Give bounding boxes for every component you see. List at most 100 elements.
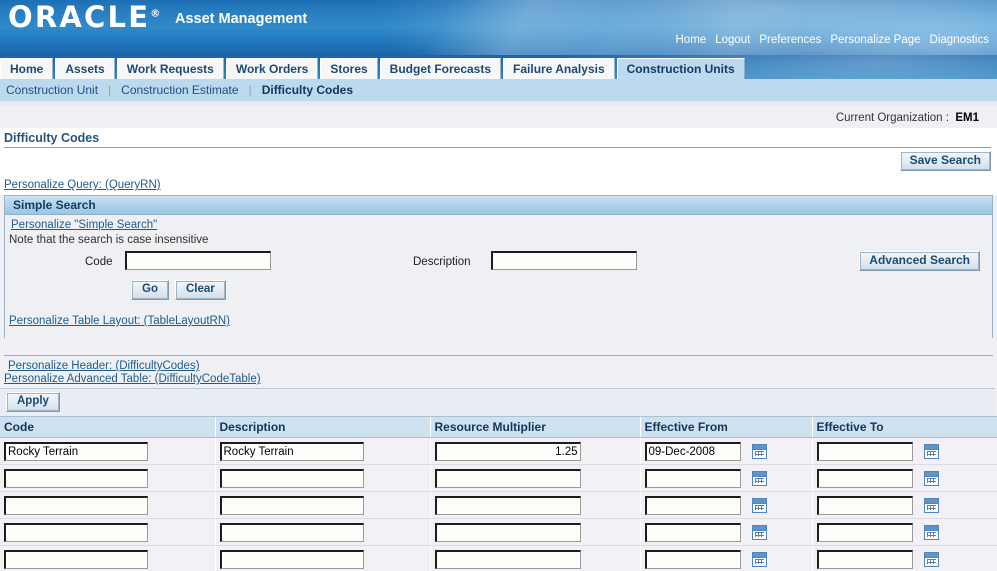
main-tab-bar: Home Assets Work Requests Work Orders St…: [0, 55, 997, 79]
difficulty-code-table-region: Apply Code Description Resource Multipli…: [0, 388, 997, 571]
column-header-description[interactable]: Description: [214, 416, 430, 438]
row-resource-multiplier-input[interactable]: [434, 495, 581, 515]
cell-effective-from: [639, 545, 812, 571]
calendar-picker-icon[interactable]: [923, 443, 939, 459]
column-header-effective-to[interactable]: Effective To: [811, 416, 997, 438]
cell-effective-from: [639, 464, 812, 492]
tab-assets[interactable]: Assets: [55, 58, 115, 79]
tab-failure-analysis[interactable]: Failure Analysis: [503, 58, 615, 79]
subtab-construction-unit[interactable]: Construction Unit: [6, 83, 98, 97]
row-effective-from-input[interactable]: [644, 549, 741, 569]
personalize-simple-search-link[interactable]: Personalize "Simple Search": [11, 219, 157, 231]
row-effective-to-input[interactable]: [816, 549, 913, 569]
row-description-input[interactable]: [219, 441, 364, 461]
global-link-diagnostics[interactable]: Diagnostics: [930, 34, 989, 46]
description-search-input[interactable]: [491, 251, 637, 270]
row-effective-from-input[interactable]: [644, 522, 741, 542]
calendar-picker-icon[interactable]: [751, 470, 767, 486]
row-description-input[interactable]: [219, 468, 364, 488]
row-description-input[interactable]: [219, 522, 364, 542]
personalize-query-link[interactable]: Personalize Query: (QueryRN): [4, 179, 161, 191]
row-description-input[interactable]: [219, 549, 364, 569]
description-label: Description: [413, 256, 471, 268]
row-description-input[interactable]: [219, 495, 364, 515]
personalize-table-layout-link[interactable]: Personalize Table Layout: (TableLayoutRN…: [9, 315, 230, 327]
column-header-resource-multiplier[interactable]: Resource Multiplier: [429, 416, 640, 438]
cell-resource-multiplier: [429, 545, 640, 571]
calendar-picker-icon[interactable]: [751, 443, 767, 459]
personalize-header-link[interactable]: Personalize Header: (DifficultyCodes): [8, 360, 997, 372]
calendar-picker-icon[interactable]: [923, 497, 939, 513]
cell-code: [0, 545, 215, 571]
calendar-picker-icon[interactable]: [751, 497, 767, 513]
cell-resource-multiplier: [429, 437, 640, 465]
save-search-bar: Save Search: [0, 148, 997, 175]
current-organization: Current Organization : EM1: [0, 111, 997, 128]
row-code-input[interactable]: [4, 468, 148, 488]
row-effective-from-input[interactable]: [644, 468, 741, 488]
tab-home[interactable]: Home: [0, 58, 54, 79]
simple-search-panel: Simple Search Personalize "Simple Search…: [4, 195, 993, 338]
calendar-picker-icon[interactable]: [923, 470, 939, 486]
row-code-input[interactable]: [4, 522, 148, 542]
cell-effective-from: [639, 518, 812, 546]
difficulty-code-table: Code Description Resource Multiplier Eff…: [0, 416, 997, 571]
row-effective-from-input[interactable]: [644, 441, 741, 461]
case-insensitive-note: Note that the search is case insensitive: [9, 234, 209, 246]
apply-button[interactable]: Apply: [6, 392, 60, 412]
row-effective-to-input[interactable]: [816, 468, 913, 488]
table-row: [0, 464, 997, 492]
tab-budget-forecasts[interactable]: Budget Forecasts: [379, 58, 502, 79]
clear-button[interactable]: Clear: [175, 280, 226, 300]
column-header-code[interactable]: Code: [0, 416, 215, 438]
tab-construction-units[interactable]: Construction Units: [616, 58, 745, 79]
global-link-preferences[interactable]: Preferences: [759, 34, 821, 46]
search-fields-row: Code Description: [5, 251, 992, 277]
calendar-picker-icon[interactable]: [923, 551, 939, 567]
tab-work-requests[interactable]: Work Requests: [116, 58, 224, 79]
personalize-advanced-table-link[interactable]: Personalize Advanced Table: (DifficultyC…: [4, 373, 997, 385]
row-effective-from-input[interactable]: [644, 495, 741, 515]
row-resource-multiplier-input[interactable]: [434, 468, 581, 488]
cell-effective-from: [639, 437, 812, 465]
cell-effective-to: [811, 518, 997, 546]
row-resource-multiplier-input[interactable]: [434, 441, 581, 461]
cell-effective-to: [811, 545, 997, 571]
save-search-button[interactable]: Save Search: [899, 151, 991, 171]
row-code-input[interactable]: [4, 441, 148, 461]
row-code-input[interactable]: [4, 549, 148, 569]
cell-effective-to: [811, 491, 997, 519]
cell-description: [214, 464, 430, 492]
row-effective-to-input[interactable]: [816, 495, 913, 515]
table-row: [0, 437, 997, 465]
tab-stores[interactable]: Stores: [320, 58, 378, 79]
column-header-effective-from[interactable]: Effective From: [639, 416, 812, 438]
cell-code: [0, 464, 215, 492]
global-link-home[interactable]: Home: [676, 34, 707, 46]
global-link-logout[interactable]: Logout: [715, 34, 750, 46]
calendar-picker-icon[interactable]: [751, 551, 767, 567]
breadcrumb: Construction Unit | Construction Estimat…: [0, 79, 997, 101]
cell-resource-multiplier: [429, 491, 640, 519]
row-effective-to-input[interactable]: [816, 441, 913, 461]
row-effective-to-input[interactable]: [816, 522, 913, 542]
subtab-construction-estimate[interactable]: Construction Estimate: [121, 83, 238, 97]
cell-resource-multiplier: [429, 464, 640, 492]
row-resource-multiplier-input[interactable]: [434, 522, 581, 542]
code-search-input[interactable]: [125, 251, 271, 270]
cell-resource-multiplier: [429, 518, 640, 546]
calendar-picker-icon[interactable]: [751, 524, 767, 540]
search-action-row: Go Clear: [5, 280, 992, 304]
brand-header: ORACLE® Asset Management Home Logout Prefe…: [0, 0, 997, 55]
tab-work-orders[interactable]: Work Orders: [225, 58, 319, 79]
row-code-input[interactable]: [4, 495, 148, 515]
global-link-personalize-page[interactable]: Personalize Page: [830, 34, 920, 46]
go-button[interactable]: Go: [131, 280, 169, 300]
subtab-difficulty-codes[interactable]: Difficulty Codes: [262, 83, 353, 97]
cell-effective-from: [639, 491, 812, 519]
cell-description: [214, 545, 430, 571]
row-resource-multiplier-input[interactable]: [434, 549, 581, 569]
table-row: [0, 545, 997, 571]
calendar-picker-icon[interactable]: [923, 524, 939, 540]
table-body: [0, 437, 997, 571]
